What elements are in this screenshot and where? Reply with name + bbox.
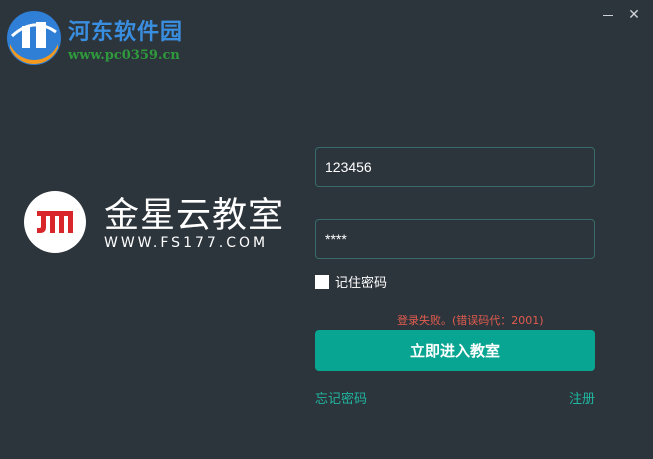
watermark: 河东软件园 www.pc0359.cn [4, 8, 244, 68]
minimize-icon [603, 14, 613, 16]
forgot-password-link[interactable]: 忘记密码 [315, 388, 367, 407]
enter-classroom-button[interactable]: 立即进入教室 [315, 330, 595, 371]
close-icon: ✕ [628, 7, 640, 23]
remember-label: 记住密码 [335, 276, 388, 291]
close-button[interactable]: ✕ [623, 4, 645, 26]
remember-checkbox[interactable] [315, 274, 329, 289]
brand-url: WWW.FS177.COM [104, 235, 269, 251]
register-link[interactable]: 注册 [569, 388, 595, 407]
password-input[interactable] [315, 219, 595, 259]
brand-logo-icon [37, 211, 73, 233]
brand-logo [24, 191, 86, 253]
watermark-logo-icon [7, 11, 61, 65]
watermark-url: www.pc0359.cn [68, 48, 180, 63]
brand-name: 金星云教室 [104, 196, 285, 236]
username-input[interactable] [315, 147, 595, 187]
remember-password[interactable]: 记住密码 [315, 272, 387, 291]
minimize-button[interactable] [597, 4, 619, 26]
window-controls: ✕ [597, 4, 645, 26]
watermark-title: 河东软件园 [68, 19, 184, 45]
error-message: 登录失败。(错误码代：2001) [397, 314, 544, 327]
brand: 金星云教室 WWW.FS177.COM [24, 191, 294, 257]
